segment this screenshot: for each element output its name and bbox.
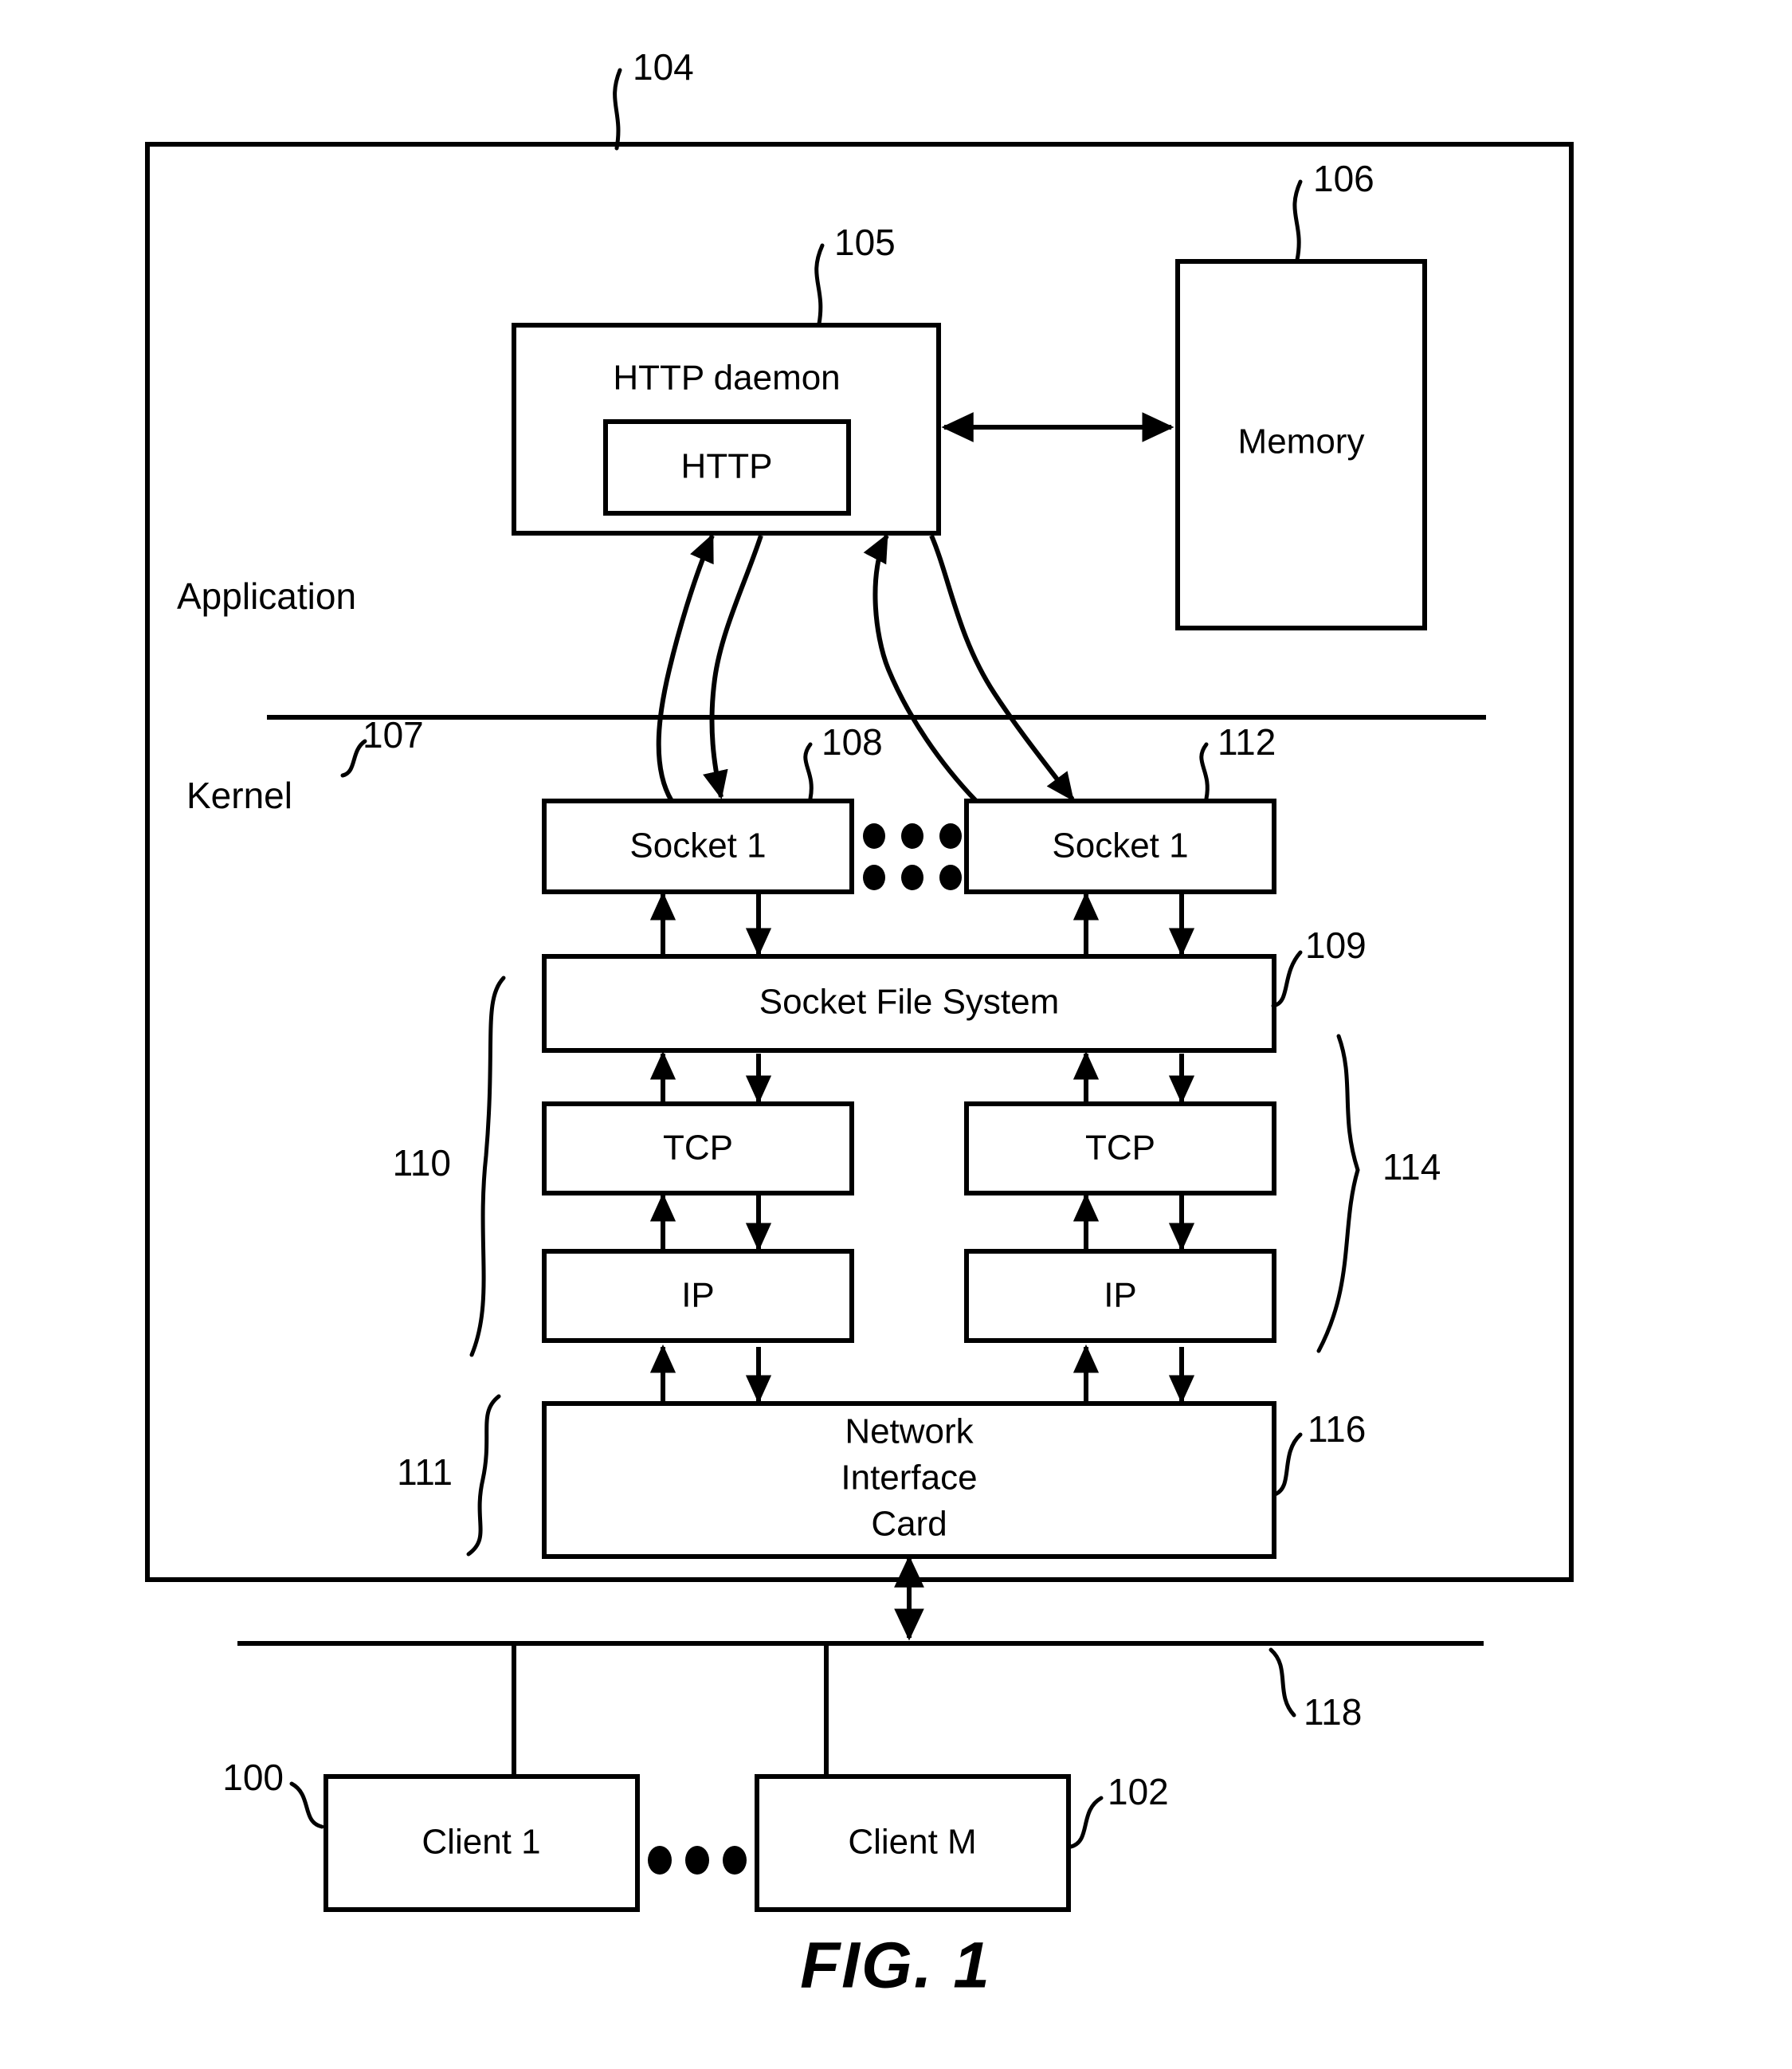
ellipsis-icon-clients <box>648 1846 747 1875</box>
patent-figure-page: 104 HTTP daemon HTTP 105 Memory 106 Appl… <box>0 0 1792 2069</box>
memory-label: Memory <box>1238 422 1365 461</box>
ref-numeral-104: 104 <box>633 46 694 88</box>
leader-line-100 <box>289 1781 324 1829</box>
ip-left-label: IP <box>681 1276 715 1315</box>
ip-right-label: IP <box>1104 1276 1137 1315</box>
ref-numeral-118: 118 <box>1304 1691 1362 1733</box>
leader-line-118 <box>1269 1647 1296 1718</box>
ref-numeral-108: 108 <box>821 721 883 763</box>
socket-right-label: Socket 1 <box>1052 826 1188 866</box>
leader-line-102 <box>1069 1796 1104 1849</box>
nic-label-line3: Card <box>871 1505 947 1544</box>
ref-numeral-114: 114 <box>1382 1146 1441 1188</box>
ref-numeral-110: 110 <box>393 1142 451 1184</box>
kernel-layer-label: Kernel <box>186 775 292 816</box>
tcp-left-label: TCP <box>663 1129 733 1168</box>
tcp-right-label: TCP <box>1085 1129 1155 1168</box>
ref-numeral-111: 111 <box>397 1451 453 1493</box>
socket-file-system-label: Socket File System <box>759 983 1060 1022</box>
http-daemon-label: HTTP daemon <box>613 359 840 398</box>
ref-numeral-102: 102 <box>1108 1771 1169 1812</box>
ref-numeral-116: 116 <box>1308 1408 1366 1450</box>
ref-numeral-105: 105 <box>834 222 896 263</box>
ref-numeral-112: 112 <box>1218 721 1276 763</box>
figure-1-diagram: 104 HTTP daemon HTTP 105 Memory 106 Appl… <box>145 46 1574 2002</box>
http-inner-label: HTTP <box>681 447 773 486</box>
ref-numeral-100: 100 <box>222 1757 284 1798</box>
client-first-label: Client 1 <box>422 1823 540 1862</box>
nic-label-line1: Network <box>845 1412 974 1451</box>
client-last-label: Client M <box>848 1823 976 1862</box>
figure-caption: FIG. 1 <box>800 1930 991 2002</box>
ref-numeral-107: 107 <box>363 714 424 756</box>
ref-numeral-106: 106 <box>1313 158 1374 199</box>
leader-line-104 <box>613 68 622 151</box>
nic-label-line2: Interface <box>841 1459 977 1498</box>
ref-numeral-109: 109 <box>1305 925 1367 966</box>
application-layer-label: Application <box>177 575 356 617</box>
socket-left-label: Socket 1 <box>629 826 766 866</box>
